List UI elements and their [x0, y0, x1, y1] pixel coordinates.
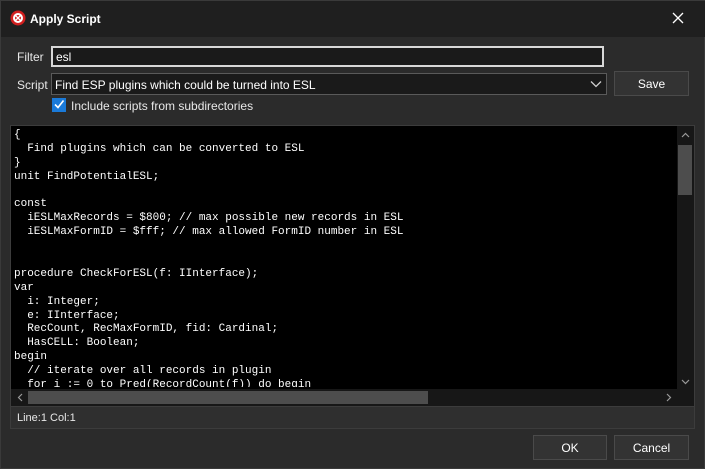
xedit-logo-icon [10, 10, 26, 26]
code-line: } [14, 156, 21, 169]
checkmark-icon [53, 98, 65, 113]
filter-input[interactable] [51, 46, 604, 67]
code-line: iESLMaxRecords = $800; // max possible n… [14, 212, 404, 225]
chevron-down-icon [589, 77, 603, 94]
code-line: { [14, 129, 21, 141]
script-select-value: Find ESP plugins which could be turned i… [55, 78, 316, 92]
code-line: begin [14, 351, 48, 364]
code-line: iESLMaxFormID = $fff; // max allowed For… [14, 226, 404, 239]
script-editor[interactable]: { Find plugins which can be converted to… [10, 125, 695, 407]
horizontal-scroll-thumb[interactable] [28, 391, 428, 404]
code-area[interactable]: { Find plugins which can be converted to… [14, 129, 674, 387]
code-line: var [14, 281, 34, 294]
code-line: unit FindPotentialESL; [14, 170, 160, 183]
scroll-up-arrow-icon[interactable] [677, 126, 694, 143]
script-label: Script [17, 78, 48, 92]
include-subdirectories-checkbox[interactable] [52, 98, 66, 112]
save-button[interactable]: Save [614, 71, 689, 96]
cursor-position: Line:1 Col:1 [17, 412, 76, 424]
code-line: e: IInterface; [14, 309, 120, 322]
scroll-down-arrow-icon[interactable] [677, 373, 694, 390]
close-icon [672, 12, 684, 27]
filter-label: Filter [17, 50, 44, 64]
horizontal-scrollbar[interactable] [11, 389, 677, 406]
vertical-scrollbar[interactable] [677, 126, 694, 390]
code-line: const [14, 198, 48, 211]
include-subdirectories-label[interactable]: Include scripts from subdirectories [71, 99, 253, 113]
ok-button[interactable]: OK [533, 435, 607, 460]
code-line: Find plugins which can be converted to E… [14, 142, 305, 155]
title-bar[interactable]: Apply Script [1, 1, 705, 37]
cancel-button[interactable]: Cancel [614, 435, 689, 460]
code-line: for i := 0 to Pred(RecordCount(f)) do be… [14, 379, 312, 387]
scroll-left-arrow-icon[interactable] [11, 389, 28, 406]
script-select[interactable]: Find ESP plugins which could be turned i… [51, 73, 607, 95]
apply-script-dialog: Apply Script Filter Script Find ESP plug… [0, 0, 705, 469]
close-button[interactable] [665, 6, 691, 32]
code-line: procedure CheckForESL(f: IInterface); [14, 267, 259, 280]
code-line: RecCount, RecMaxFormID, fid: Cardinal; [14, 323, 279, 336]
code-line: HasCELL: Boolean; [14, 337, 140, 350]
status-bar: Line:1 Col:1 [10, 407, 695, 429]
scrollbar-corner [677, 389, 694, 406]
code-line: // iterate over all records in plugin [14, 365, 272, 378]
code-line: i: Integer; [14, 295, 100, 308]
scroll-right-arrow-icon[interactable] [660, 389, 677, 406]
window-title: Apply Script [30, 12, 101, 26]
vertical-scroll-thumb[interactable] [678, 145, 692, 195]
